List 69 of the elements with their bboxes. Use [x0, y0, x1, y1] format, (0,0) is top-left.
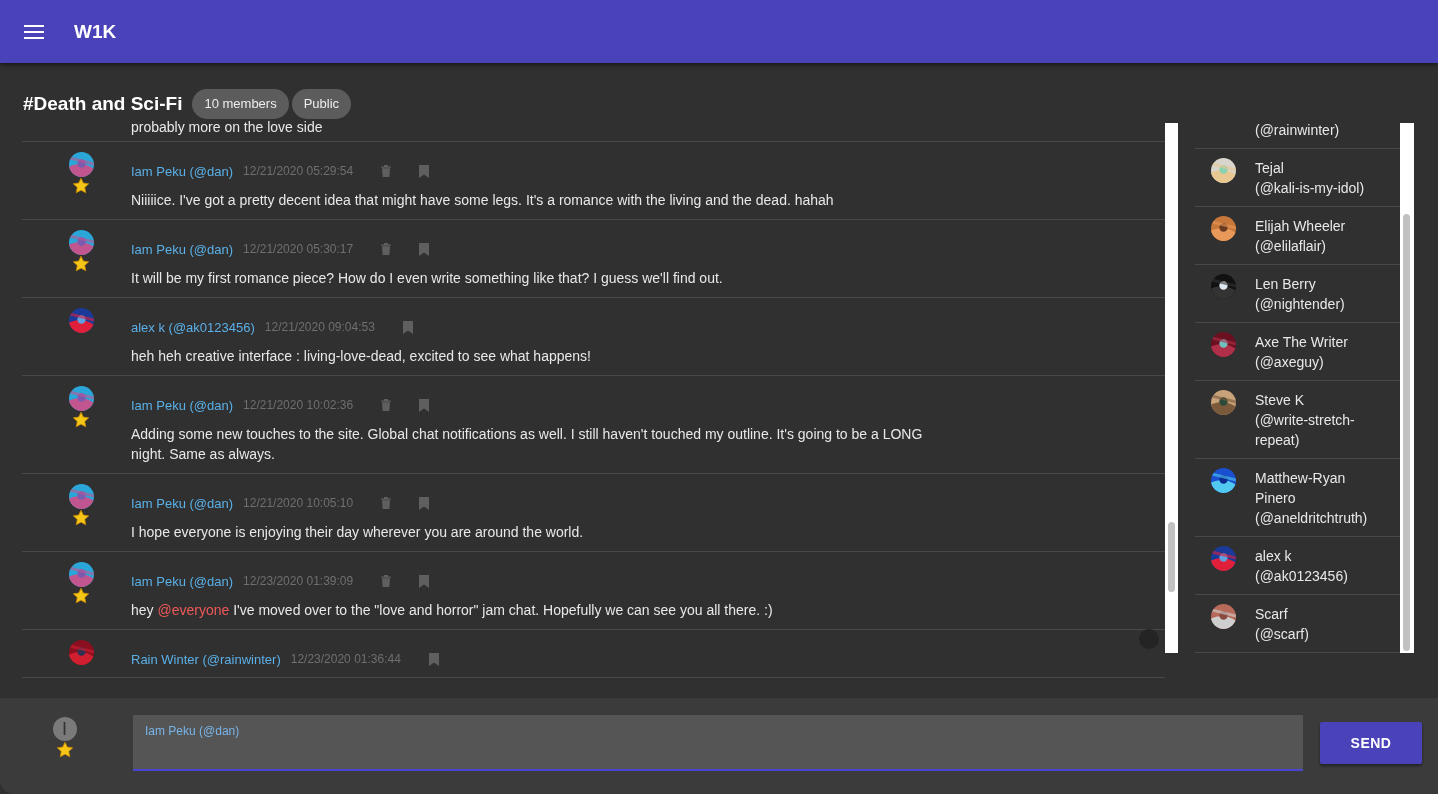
member-handle: (@aneldritchtruth)	[1255, 508, 1369, 528]
delete-icon[interactable]	[381, 165, 392, 177]
message-text: I hope everyone is enjoying their day wherever you are around the world.	[131, 523, 584, 542]
author-name[interactable]: Iam Peku (@dan)	[131, 163, 234, 179]
delete-icon[interactable]	[381, 575, 392, 587]
menu-icon[interactable]	[24, 24, 44, 39]
chip: 10 members	[192, 89, 289, 119]
member-item[interactable]: Scarf (@scarf)	[1195, 595, 1400, 653]
timestamp: 12/23/2020 01:39:09	[243, 574, 354, 588]
bookmark-icon[interactable]	[419, 496, 430, 510]
member-handle: (@ak0123456)	[1255, 566, 1349, 586]
chip: Public	[291, 89, 352, 119]
author-name[interactable]: Rain Winter (@rainwinter)	[131, 651, 281, 667]
delete-icon[interactable]	[381, 497, 392, 509]
timestamp: 12/21/2020 10:05:10	[243, 496, 354, 510]
member-item[interactable]: Matthew-Ryan Pinero (@aneldritchtruth)	[1195, 459, 1400, 537]
member-name: Steve K	[1255, 390, 1306, 410]
bookmark-icon[interactable]	[428, 652, 439, 666]
scroll-button[interactable]	[1139, 629, 1159, 649]
bookmark-icon[interactable]	[419, 398, 430, 412]
timestamp: 12/21/2020 09:04:53	[264, 320, 375, 334]
author-name[interactable]: alex k (@ak0123456)	[131, 319, 255, 335]
delete-icon[interactable]	[381, 243, 392, 255]
author-name[interactable]: Iam Peku (@dan)	[131, 241, 234, 257]
member-name: alex k	[1255, 546, 1293, 566]
member-handle: (@axeguy)	[1255, 352, 1325, 372]
member-item[interactable]: alex k (@ak0123456)	[1195, 537, 1400, 595]
member-name: Matthew-Ryan Pinero	[1255, 468, 1347, 508]
message-text: Niiiiice. I've got a pretty decent idea that might have some legs. It's a romance with the living and the dead. hahah	[131, 191, 834, 210]
author-name[interactable]: Iam Peku (@dan)	[131, 397, 234, 413]
message-text: heh heh creative interface : living-love-dead, excited to see what happens!	[131, 347, 591, 366]
member-item[interactable]: Tejal (@kali-is-my-idol)	[1195, 149, 1400, 207]
member-name: Len Berry	[1255, 274, 1317, 294]
message-text: Adding some new touches to the site. Global chat notifications as well. I still haven't touched my outline. It's going to be a LONG night. Same as always.	[131, 425, 924, 464]
member-item[interactable]: Steve K (@write-stretch-repeat)	[1195, 381, 1400, 459]
message-text: hey @everyone I've moved over to the "love and horror" jam chat. Hopefully we can see you all there. :)	[131, 601, 773, 620]
member-name: Scarf	[1255, 604, 1289, 624]
bookmark-icon[interactable]	[419, 164, 430, 178]
timestamp: 12/21/2020 05:29:54	[243, 164, 354, 178]
app-title: W1K	[74, 20, 117, 43]
scrollbar[interactable]	[1165, 123, 1178, 653]
bookmark-icon[interactable]	[419, 242, 430, 256]
member-name: Axe The Writer	[1255, 332, 1349, 352]
member-handle: (@write-stretch-repeat)	[1255, 410, 1356, 450]
avatar: I	[52, 717, 77, 741]
author-name[interactable]: Iam Peku (@dan)	[131, 573, 234, 589]
bookmark-icon[interactable]	[402, 320, 413, 334]
mention-link[interactable]: @everyone	[157, 602, 230, 618]
member-handle: (@kali-is-my-idol)	[1255, 178, 1366, 198]
timestamp: 12/21/2020 05:30:17	[243, 242, 354, 256]
scrollbar[interactable]	[1400, 123, 1414, 653]
member-item[interactable]: Axe The Writer (@axeguy)	[1195, 323, 1400, 381]
timestamp: 12/21/2020 10:02:36	[243, 398, 354, 412]
timestamp: 12/23/2020 01:36:44	[290, 652, 401, 666]
member-handle: (@elilaflair)	[1255, 236, 1327, 256]
member-handle: (@nightender)	[1255, 294, 1346, 314]
send-button[interactable]: SEND	[1320, 722, 1422, 764]
author-name[interactable]: Iam Peku (@dan)	[131, 495, 234, 511]
bookmark-icon[interactable]	[419, 574, 430, 588]
delete-icon[interactable]	[381, 399, 392, 411]
member-name: Elijah Wheeler	[1255, 216, 1347, 236]
message-text: It will be my first romance piece? How do I even write something like that? I guess we'll find out.	[131, 269, 723, 288]
member-item[interactable]: Len Berry (@nightender)	[1195, 265, 1400, 323]
channel-title: #Death and Sci-Fi	[23, 93, 183, 115]
member-item[interactable]: Elijah Wheeler (@elilaflair)	[1195, 207, 1400, 265]
member-handle: (@rainwinter)	[1255, 123, 1341, 140]
member-handle: (@scarf)	[1255, 624, 1310, 644]
member-name: Tejal	[1255, 158, 1285, 178]
message-text: probably more on the love side	[131, 118, 323, 137]
